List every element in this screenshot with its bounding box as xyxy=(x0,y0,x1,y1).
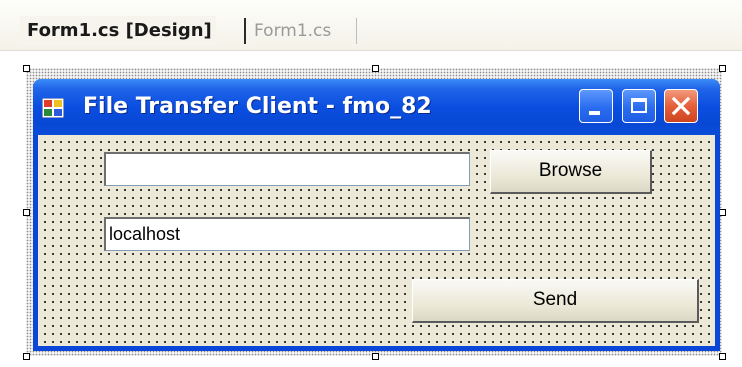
resize-handle-right[interactable] xyxy=(719,209,726,216)
form-title-bar[interactable]: File Transfer Client - fmo_82 xyxy=(33,79,720,135)
minimize-button[interactable] xyxy=(579,89,613,123)
tab-separator xyxy=(356,18,357,44)
tab-separator xyxy=(244,18,246,44)
close-icon xyxy=(671,96,691,116)
tab-form1-design[interactable]: Form1.cs [Design] xyxy=(20,16,216,46)
form-title: File Transfer Client - fmo_82 xyxy=(83,94,432,119)
minimize-icon xyxy=(589,111,600,115)
tab-form1-code[interactable]: Form1.cs xyxy=(254,16,331,46)
maximize-icon xyxy=(631,98,647,113)
document-tab-strip: Form1.cs [Design] Form1.cs xyxy=(0,0,742,51)
browse-button[interactable]: Browse xyxy=(490,150,652,194)
file-path-textbox[interactable] xyxy=(104,152,470,186)
resize-handle-left[interactable] xyxy=(23,209,30,216)
resize-handle-top-left[interactable] xyxy=(23,65,30,72)
form-client-area: Browse localhost Send xyxy=(38,135,715,346)
resize-handle-bottom[interactable] xyxy=(372,353,379,360)
form-window[interactable]: File Transfer Client - fmo_82 Browse loc… xyxy=(33,79,720,351)
resize-handle-bottom-left[interactable] xyxy=(23,353,30,360)
send-button[interactable]: Send xyxy=(412,279,699,323)
close-button[interactable] xyxy=(664,89,698,123)
form-app-icon xyxy=(42,98,64,118)
maximize-button[interactable] xyxy=(622,89,656,123)
resize-handle-bottom-right[interactable] xyxy=(719,353,726,360)
resize-handle-top-right[interactable] xyxy=(719,65,726,72)
host-textbox[interactable]: localhost xyxy=(104,217,470,251)
resize-handle-top[interactable] xyxy=(372,65,379,72)
